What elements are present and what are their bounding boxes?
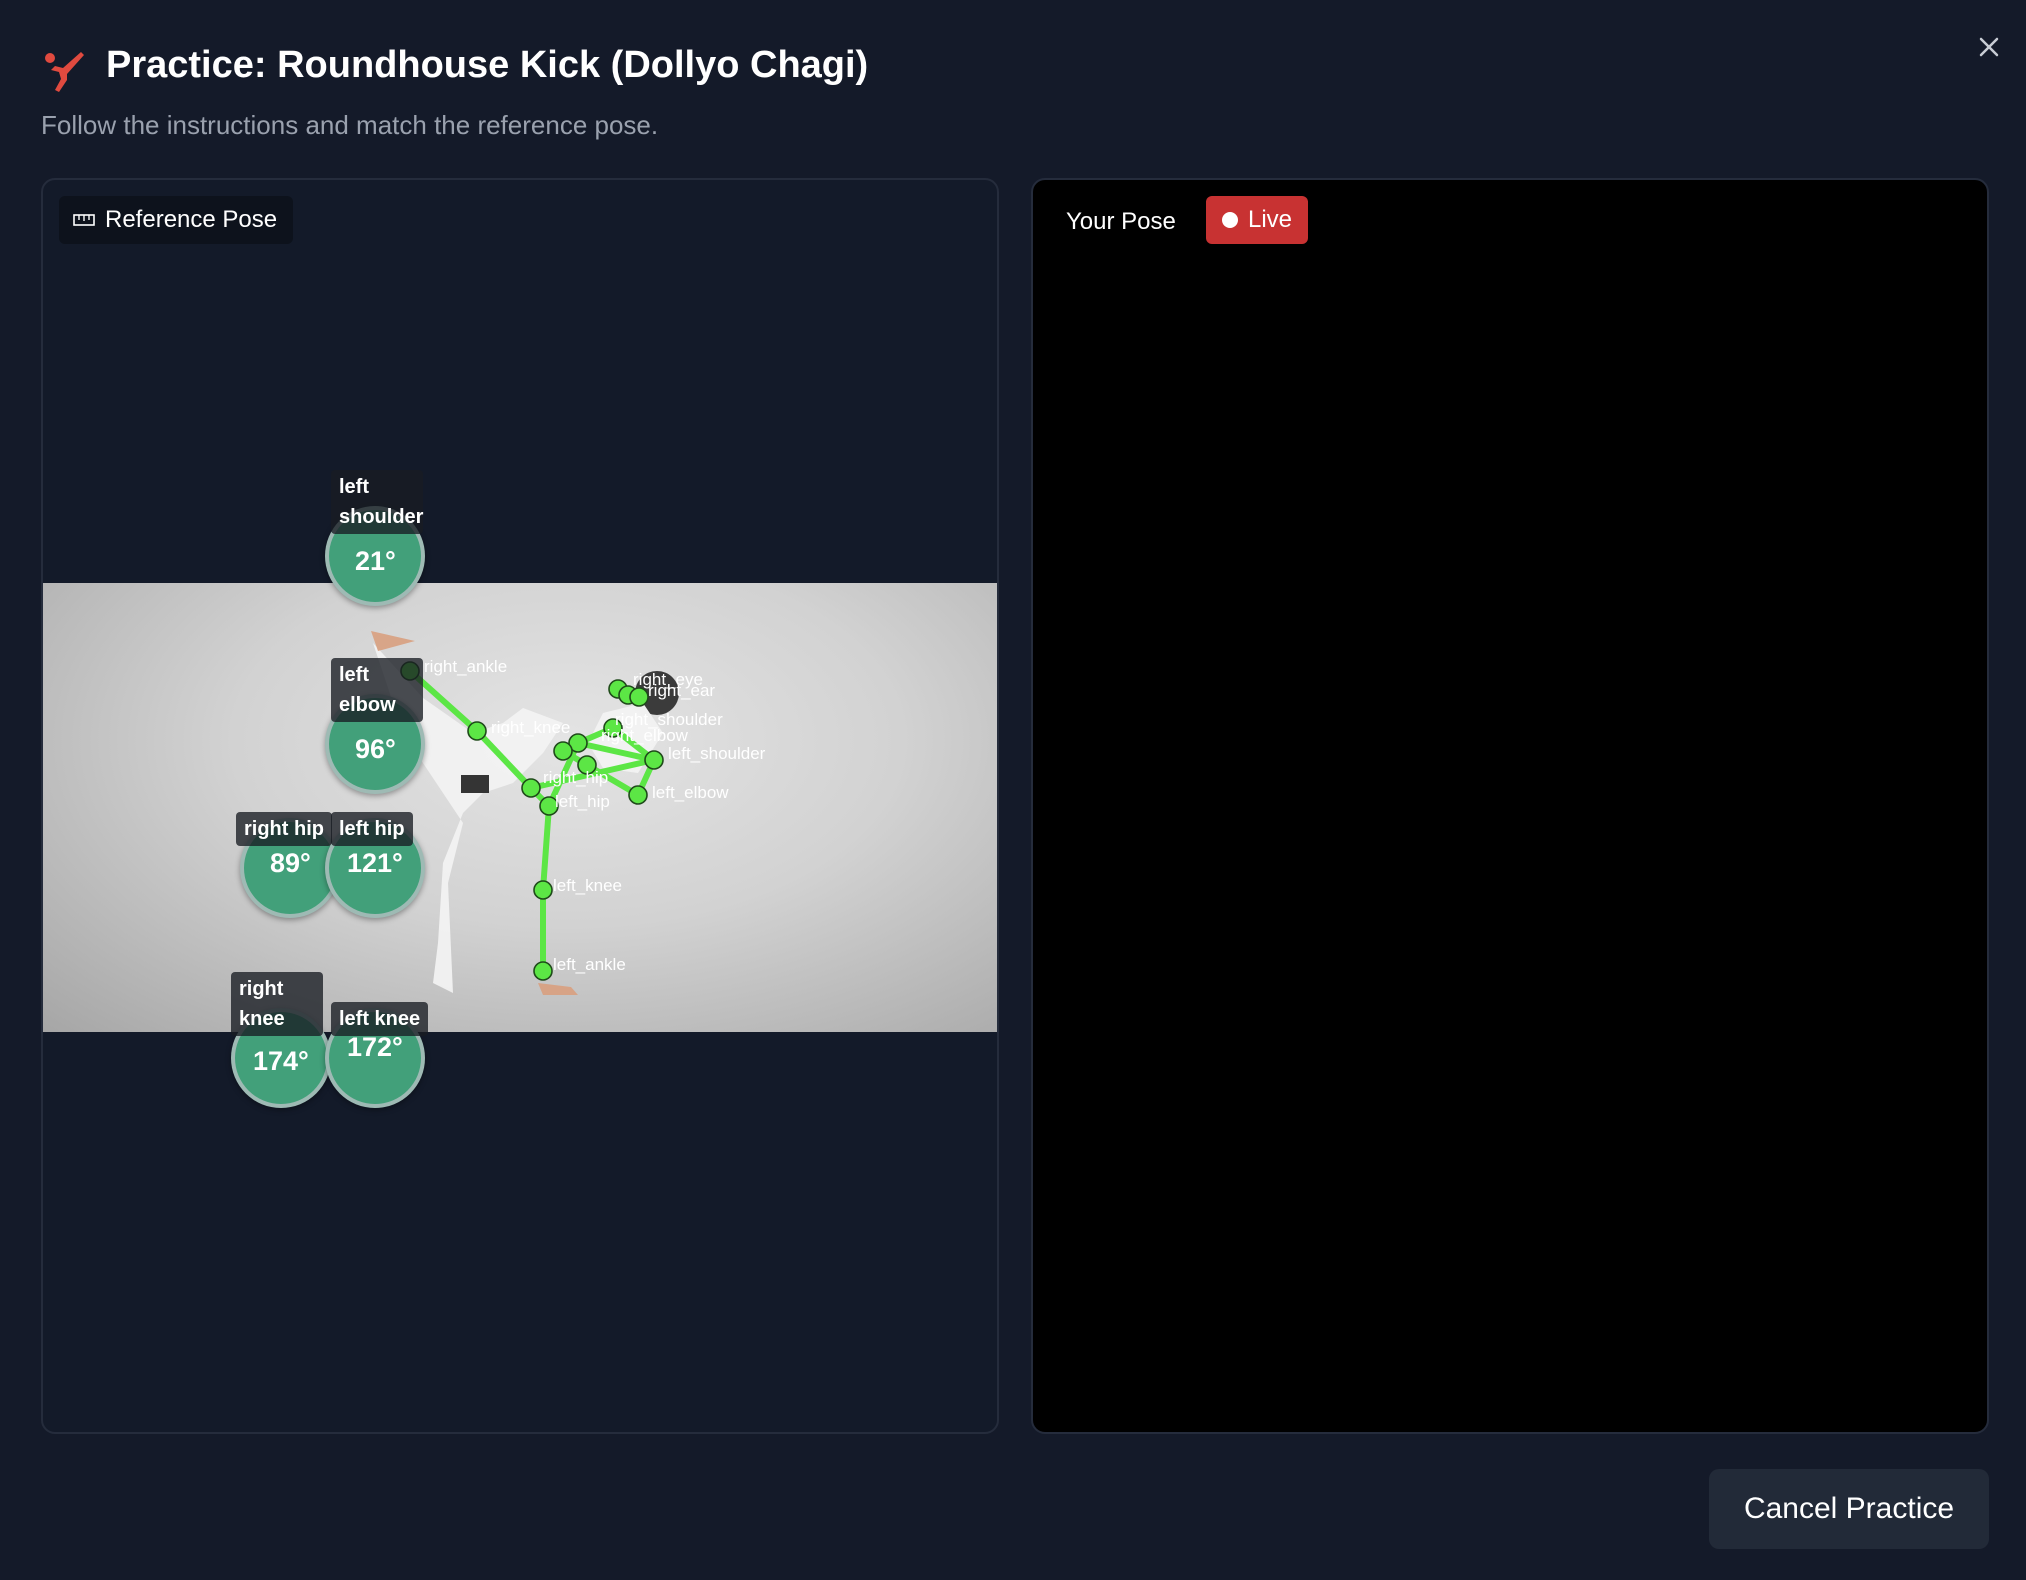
your-pose-label: Your Pose — [1066, 208, 1176, 235]
reference-photo: right_ankle right_knee right_eye right_e… — [43, 583, 997, 1032]
keypoint-label-left-hip: left_hip — [555, 792, 610, 811]
close-icon[interactable] — [1970, 28, 2008, 66]
angle-value: 96° — [355, 734, 396, 764]
angle-label: right knee — [231, 972, 323, 1036]
live-dot-icon — [1222, 212, 1238, 228]
angle-label: left hip — [331, 812, 413, 846]
keypoint-label-left-knee: left_knee — [553, 876, 622, 895]
live-label: Live — [1248, 206, 1293, 233]
pose-skeleton: right_ankle right_knee right_eye right_e… — [371, 631, 766, 995]
page-subtitle: Follow the instructions and match the re… — [41, 110, 659, 140]
your-pose-panel: Your Pose Live — [1031, 178, 1989, 1434]
keypoint-label-left-elbow: left_elbow — [652, 783, 729, 802]
angle-label: left knee — [331, 1002, 429, 1036]
keypoint-label-right-ear: right_ear — [648, 681, 715, 700]
keypoint-label-left-ankle: left_ankle — [553, 955, 626, 974]
angle-label: left elbow — [331, 658, 423, 722]
reference-pose-label: Reference Pose — [105, 206, 278, 233]
kick-icon — [45, 52, 84, 92]
angle-label: right hip — [236, 812, 332, 846]
angle-label: left shoulder — [331, 470, 423, 534]
reference-pose-badge: Reference Pose — [59, 196, 294, 244]
angle-value: 21° — [355, 546, 396, 576]
angle-value: 174° — [253, 1046, 309, 1076]
keypoint-label-left-shoulder: left_shoulder — [668, 744, 766, 763]
keypoint-label-right-elbow: right_elbow — [601, 726, 689, 745]
angle-value: 89° — [270, 848, 311, 878]
cancel-practice-button[interactable]: Cancel Practice — [1709, 1469, 1989, 1549]
reference-pose-panel: Reference Pose right_ankle right_knee ri… — [41, 178, 999, 1434]
angle-value: 121° — [347, 848, 403, 878]
live-badge: Live — [1206, 196, 1309, 244]
keypoint-label-right-ankle: right_ankle — [424, 657, 507, 676]
page-title: Practice: Roundhouse Kick (Dollyo Chagi) — [106, 44, 869, 86]
angle-value: 172° — [347, 1032, 403, 1062]
ruler-icon — [73, 214, 95, 226]
keypoint-label-right-knee: right_knee — [491, 718, 570, 737]
keypoint-label-right-hip: right_hip — [543, 768, 608, 787]
